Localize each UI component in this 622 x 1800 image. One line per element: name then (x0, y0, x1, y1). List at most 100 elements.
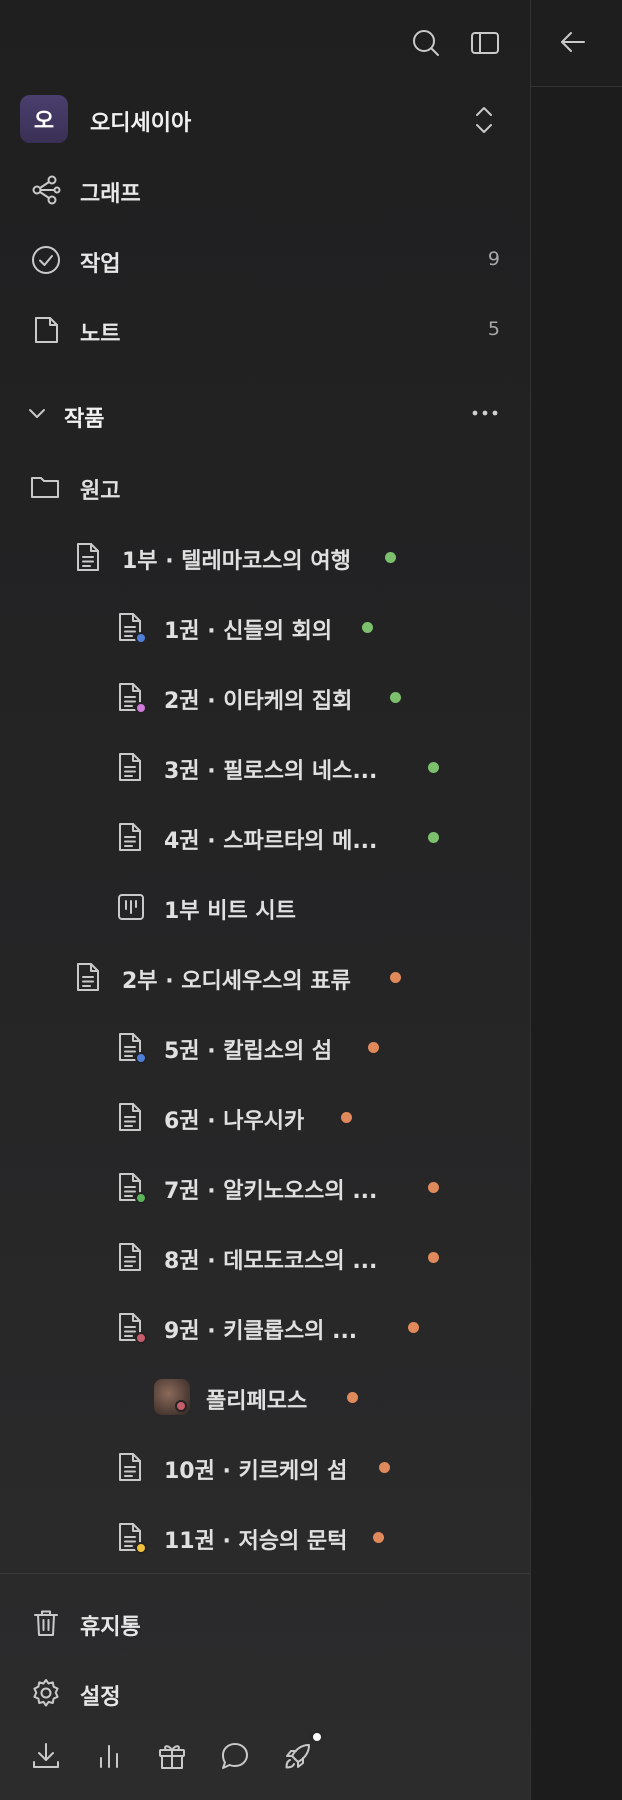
tree-item[interactable]: 8권 · 데모도코스의 ... (116, 1237, 470, 1277)
status-dot (428, 832, 439, 843)
search-icon[interactable] (410, 27, 442, 59)
tree-item[interactable]: 6권 · 나우시카 (116, 1097, 470, 1137)
chevron-down-icon[interactable] (26, 403, 48, 425)
download-icon[interactable] (30, 1740, 62, 1772)
status-dot (373, 1532, 384, 1543)
status-dot (428, 1252, 439, 1263)
nav-item-trash[interactable]: 휴지통 (30, 1603, 500, 1643)
tree-item[interactable]: 3권 · 필로스의 네스... (116, 747, 470, 787)
nav-count: 9 (487, 248, 500, 270)
tree-item-label: 10권 · 키르케의 섬 (164, 1459, 348, 1484)
tree-item[interactable]: 11권 · 저승의 문턱 (116, 1517, 470, 1557)
nav-item-graph[interactable]: 그래프 (30, 170, 500, 210)
status-dot (390, 692, 401, 703)
color-badge (135, 1192, 147, 1204)
graph-icon (30, 174, 62, 206)
more-options-icon[interactable] (470, 401, 500, 425)
document-icon (116, 1451, 146, 1483)
nav-item-settings[interactable]: 설정 (30, 1673, 500, 1713)
tree-item[interactable]: 1권 · 신들의 회의 (116, 607, 470, 647)
workspace-switcher[interactable]: 오 오디세이아 (20, 95, 500, 145)
tree-item[interactable]: 2부 · 오디세우스의 표류 (74, 957, 470, 997)
document-icon (116, 1101, 146, 1133)
sidebar-toggle-icon[interactable] (469, 27, 501, 59)
gift-icon[interactable] (156, 1740, 188, 1772)
tree-item-label: 7권 · 알키노오스의 ... (164, 1179, 378, 1204)
status-dot (368, 1042, 379, 1053)
nav-label: 그래프 (80, 182, 141, 207)
divider (0, 1573, 530, 1574)
section-header-works[interactable]: 작품 (26, 395, 500, 435)
tree-item-label: 폴리페모스 (206, 1389, 308, 1414)
note-icon (30, 314, 62, 346)
nav-count: 5 (487, 318, 500, 340)
tree-item-label: 11권 · 저승의 문턱 (164, 1529, 348, 1554)
task-check-icon (30, 244, 62, 276)
main-pane (530, 0, 622, 1800)
tree-item[interactable]: 10권 · 키르케의 섬 (116, 1447, 470, 1487)
nav-label: 노트 (80, 322, 121, 347)
tree-item-label: 5권 · 칼립소의 섬 (164, 1039, 333, 1064)
tree-item[interactable]: 1부 · 텔레마코스의 여행 (74, 537, 470, 577)
chevron-up-down-icon[interactable] (470, 103, 498, 137)
document-icon (74, 961, 104, 993)
document-icon (116, 1241, 146, 1273)
sidebar: 오 오디세이아 그래프 작업 9 노트 5 작품 원고 1부 · 텔레마코스의 … (0, 0, 530, 1800)
bottom-toolbar (30, 1730, 330, 1780)
chat-icon[interactable] (219, 1740, 251, 1772)
status-dot (341, 1112, 352, 1123)
color-badge (135, 1332, 147, 1344)
status-dot (379, 1462, 390, 1473)
folder-icon (30, 471, 60, 503)
tree-item-label: 9권 · 키클롭스의 ... (164, 1319, 358, 1344)
tree-item-label: 8권 · 데모도코스의 ... (164, 1249, 378, 1274)
tree-item-label: 6권 · 나우시카 (164, 1109, 305, 1134)
tree-item[interactable]: 7권 · 알키노오스의 ... (116, 1167, 470, 1207)
color-badge (135, 702, 147, 714)
status-dot (428, 1182, 439, 1193)
status-dot (408, 1322, 419, 1333)
tree-item-label: 2부 · 오디세우스의 표류 (122, 969, 351, 994)
tree-item-label: 1권 · 신들의 회의 (164, 619, 333, 644)
rocket-icon[interactable] (282, 1730, 324, 1772)
nav-item-notes[interactable]: 노트 5 (30, 310, 500, 350)
stats-icon[interactable] (93, 1740, 125, 1772)
notification-dot (310, 1730, 324, 1744)
color-badge (135, 1052, 147, 1064)
tree-item-label: 4권 · 스파르타의 메... (164, 829, 378, 854)
nav-label: 작업 (80, 252, 121, 277)
workspace-avatar: 오 (20, 95, 68, 143)
tree-item-label: 3권 · 필로스의 네스... (164, 759, 378, 784)
tree-item[interactable]: 4권 · 스파르타의 메... (116, 817, 470, 857)
tree-item[interactable]: 5권 · 칼립소의 섬 (116, 1027, 470, 1067)
tree-item-label: 2권 · 이타케의 집회 (164, 689, 353, 714)
document-icon (116, 751, 146, 783)
section-title: 작품 (64, 407, 105, 432)
tree-folder-manuscript[interactable]: 원고 (30, 467, 330, 507)
nav-label: 휴지통 (80, 1615, 141, 1640)
status-dot (362, 622, 373, 633)
nav-item-tasks[interactable]: 작업 9 (30, 240, 500, 280)
document-icon (74, 541, 104, 573)
gear-icon (30, 1677, 62, 1709)
document-icon (116, 821, 146, 853)
status-dot (385, 552, 396, 563)
tree-item[interactable]: 폴리페모스 (154, 1377, 470, 1417)
status-dot (428, 762, 439, 773)
main-topbar (531, 0, 622, 87)
status-dot (390, 972, 401, 983)
tree-item[interactable]: 2권 · 이타케의 집회 (116, 677, 470, 717)
workspace-name: 오디세이아 (90, 111, 192, 136)
tree-item[interactable]: 1부 비트 시트 (116, 887, 470, 927)
back-arrow-icon[interactable] (557, 26, 589, 58)
color-badge (135, 1542, 147, 1554)
nav-label: 설정 (80, 1685, 121, 1710)
trash-icon (30, 1607, 62, 1639)
tree-item-label: 1부 · 텔레마코스의 여행 (122, 549, 351, 574)
tree-item-label: 1부 비트 시트 (164, 899, 296, 924)
beat-sheet-icon (116, 891, 146, 923)
tree-item-label: 원고 (80, 479, 121, 504)
tree-item[interactable]: 9권 · 키클롭스의 ... (116, 1307, 470, 1347)
color-badge (135, 632, 147, 644)
color-badge (175, 1400, 187, 1412)
